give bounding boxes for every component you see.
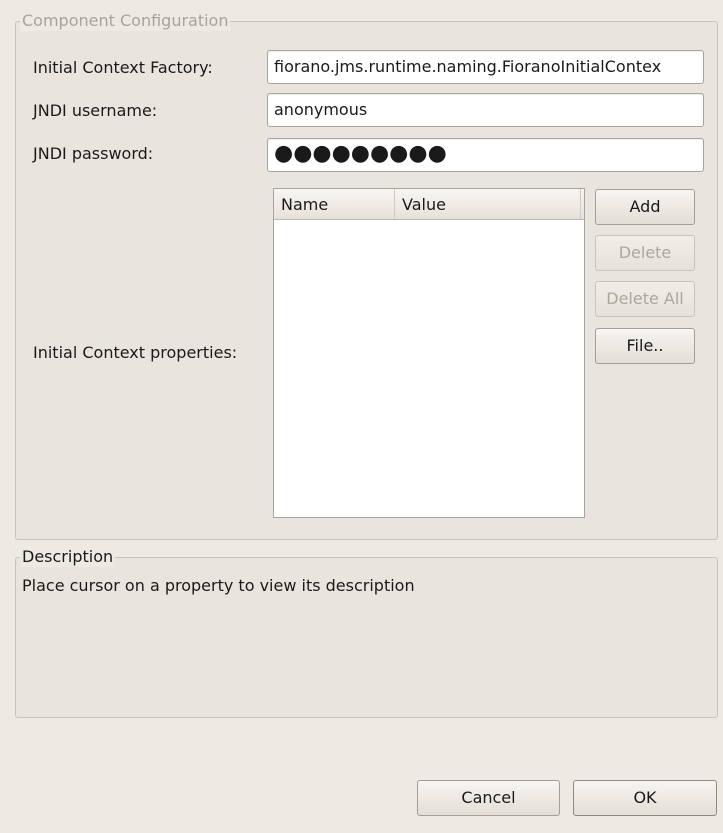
delete-all-button[interactable]: Delete All xyxy=(595,281,695,317)
properties-table-body[interactable] xyxy=(274,220,584,516)
column-header-name[interactable]: Name xyxy=(274,189,395,219)
jndi-username-field[interactable]: anonymous xyxy=(267,93,704,127)
initial-context-properties-label: Initial Context properties: xyxy=(33,343,238,362)
component-configuration-legend: Component Configuration xyxy=(20,11,231,31)
initial-context-factory-label: Initial Context Factory: xyxy=(33,58,213,77)
delete-button[interactable]: Delete xyxy=(595,235,695,271)
properties-table-header: Name Value xyxy=(274,189,584,220)
jndi-username-label: JNDI username: xyxy=(33,101,158,120)
description-text: Place cursor on a property to view its d… xyxy=(22,576,415,595)
file-button[interactable]: File.. xyxy=(595,328,695,364)
jndi-password-label: JNDI password: xyxy=(33,144,154,163)
initial-context-factory-field[interactable]: fiorano.jms.runtime.naming.FioranoInitia… xyxy=(267,50,704,84)
jndi-password-field[interactable]: ●●●●●●●●● xyxy=(267,138,704,172)
properties-table[interactable]: Name Value xyxy=(273,188,585,518)
add-button[interactable]: Add xyxy=(595,189,695,225)
description-legend: Description xyxy=(20,547,116,567)
ok-button[interactable]: OK xyxy=(573,780,717,816)
column-header-value[interactable]: Value xyxy=(395,189,581,219)
cancel-button[interactable]: Cancel xyxy=(417,780,560,816)
